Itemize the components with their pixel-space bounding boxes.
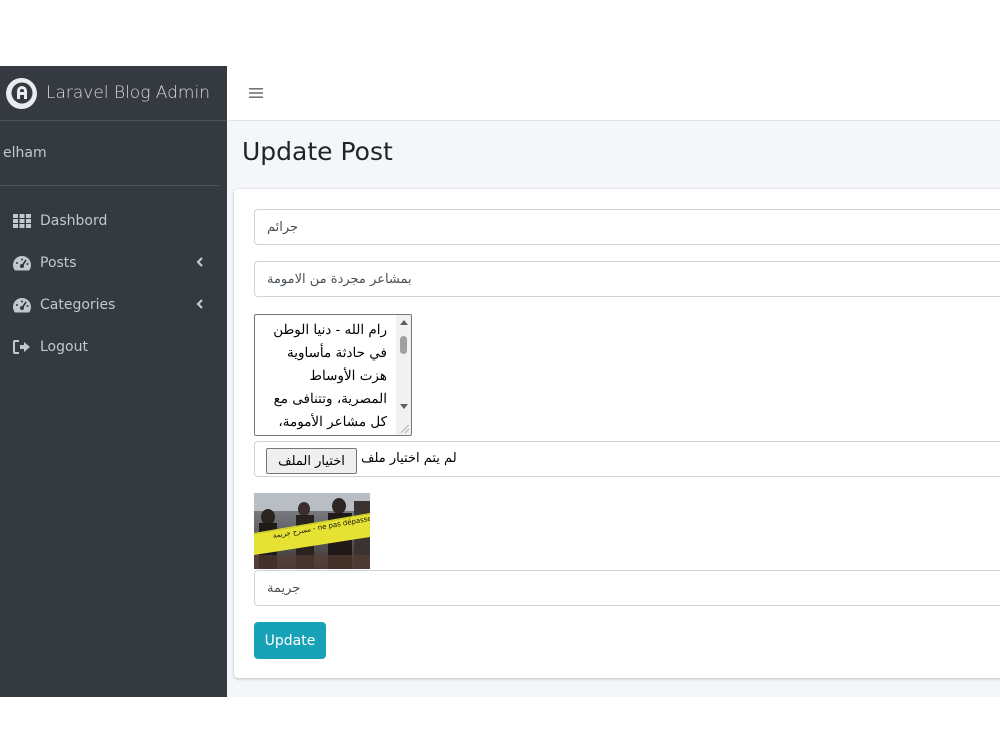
scroll-up-arrow-icon[interactable] xyxy=(400,320,408,325)
resize-grip-icon[interactable] xyxy=(401,425,409,433)
user-panel[interactable]: elham xyxy=(0,121,219,186)
update-button[interactable]: Update xyxy=(254,622,326,659)
sidebar-item-dashboard[interactable]: Dashbord xyxy=(0,200,227,242)
choose-file-button[interactable]: اختيار الملف xyxy=(266,448,357,474)
grid-icon xyxy=(12,213,32,229)
sidebar: Laravel Blog Admin elham Dashbord Posts … xyxy=(0,66,227,697)
scroll-down-arrow-icon[interactable] xyxy=(400,404,408,409)
chevron-left-icon xyxy=(195,298,205,310)
hamburger-icon[interactable] xyxy=(249,84,263,103)
category-input[interactable]: جريمة xyxy=(254,570,1000,606)
main-content: Update Post جرائم بمشاعر مجردة من الاموم… xyxy=(227,121,1000,697)
sidebar-item-label: Logout xyxy=(40,339,88,355)
post-image: مسرح جريمة - ne pas dépasser xyxy=(254,493,370,569)
file-status: لم يتم اختيار ملف xyxy=(361,451,457,466)
sidebar-item-categories[interactable]: Categories xyxy=(0,284,227,326)
page-title: Update Post xyxy=(242,137,393,166)
sidebar-item-label: Categories xyxy=(40,297,116,313)
post-subtitle-value: بمشاعر مجردة من الامومة xyxy=(267,271,412,287)
content-wrapper: Update Post جرائم بمشاعر مجردة من الاموم… xyxy=(227,66,1000,697)
sidebar-item-label: Dashbord xyxy=(40,213,108,229)
update-post-card: جرائم بمشاعر مجردة من الامومة رام الله -… xyxy=(234,189,1000,678)
tachometer-icon xyxy=(12,297,32,313)
top-navbar xyxy=(227,66,1000,121)
sidebar-item-logout[interactable]: Logout xyxy=(0,326,227,368)
post-subtitle-input[interactable]: بمشاعر مجردة من الامومة xyxy=(254,261,1000,297)
user-name[interactable]: elham xyxy=(3,145,47,161)
brand-logo-icon xyxy=(6,77,37,109)
sign-out-icon xyxy=(12,339,32,355)
tachometer-icon xyxy=(12,255,32,271)
scroll-thumb[interactable] xyxy=(400,336,407,354)
category-value: جريمة xyxy=(267,580,301,596)
sidebar-item-posts[interactable]: Posts xyxy=(0,242,227,284)
post-title-value: جرائم xyxy=(267,219,299,235)
chevron-left-icon xyxy=(195,256,205,268)
post-body-text: رام الله - دنيا الوطن في حادثة مأساوية ه… xyxy=(273,322,387,430)
post-body-textarea[interactable]: رام الله - دنيا الوطن في حادثة مأساوية ه… xyxy=(254,314,412,436)
brand-name: Laravel Blog Admin xyxy=(46,83,210,103)
textarea-scrollbar[interactable] xyxy=(396,315,411,435)
sidebar-nav: Dashbord Posts Categories Logout xyxy=(0,186,227,368)
brand-link[interactable]: Laravel Blog Admin xyxy=(0,66,227,121)
admin-app: Laravel Blog Admin elham Dashbord Posts … xyxy=(0,66,1000,697)
image-file-input: اختيار الملف لم يتم اختيار ملف xyxy=(254,441,1000,477)
sidebar-item-label: Posts xyxy=(40,255,77,271)
post-title-input[interactable]: جرائم xyxy=(254,209,1000,245)
